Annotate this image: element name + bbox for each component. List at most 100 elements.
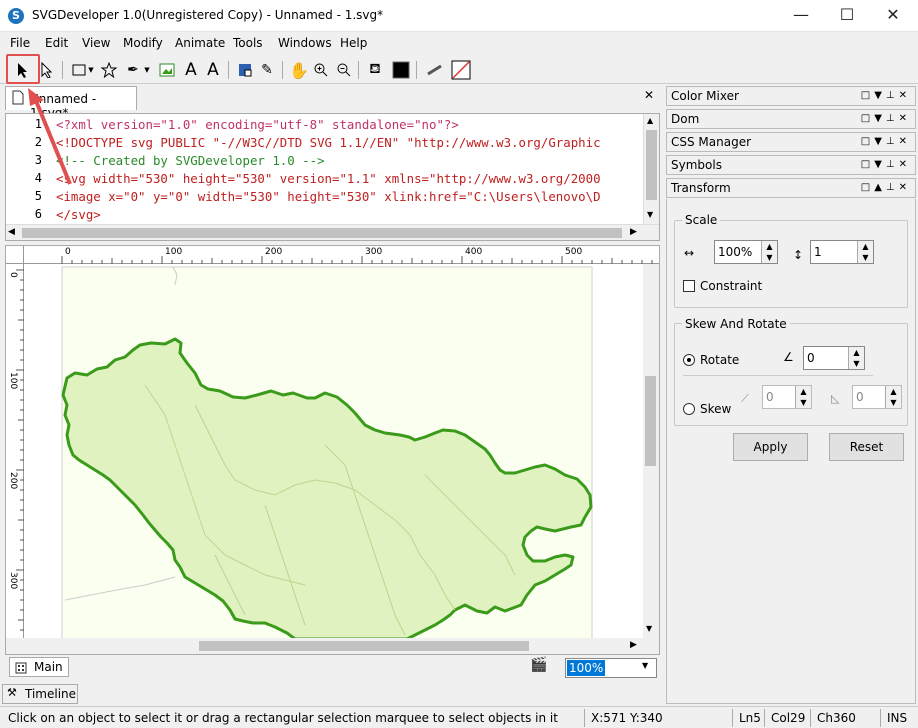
stepper-arrows-icon[interactable]: ▲▼ — [885, 386, 901, 408]
main-scene-tab[interactable]: Main — [9, 657, 69, 677]
status-char: Ch360 — [810, 709, 880, 727]
zoom-dropdown[interactable]: 100% ▼ — [565, 658, 657, 678]
menu-edit[interactable]: Edit — [45, 36, 68, 50]
hand-icon[interactable]: ✋ — [288, 60, 310, 80]
scroll-thumb[interactable] — [645, 376, 656, 466]
scroll-thumb[interactable] — [22, 228, 622, 238]
menu-view[interactable]: View — [82, 36, 110, 50]
close-button[interactable]: ✕ — [870, 0, 916, 32]
panel-controls-icon[interactable]: □▼⊥✕ — [861, 156, 911, 174]
ruler-label: 0 — [65, 247, 71, 257]
code-line: <image x="0" y="0" width="530" height="5… — [56, 189, 601, 204]
menu-windows[interactable]: Windows — [278, 36, 332, 50]
skew-y-stepper[interactable]: 0 ▲ ▼ — [852, 385, 902, 409]
scroll-right-icon[interactable]: ▶ — [630, 640, 637, 650]
rotate-stepper[interactable]: 0 ▲ ▼ — [803, 346, 865, 370]
status-bar: Click on an object to select it or drag … — [0, 706, 918, 728]
canvas-vertical-scrollbar[interactable]: ▼ — [643, 264, 659, 638]
stroke-color-swatch[interactable] — [450, 60, 472, 80]
scroll-thumb[interactable] — [199, 641, 529, 651]
skew-radio[interactable] — [683, 403, 695, 415]
panel-transform[interactable]: Transform □▲⊥✕ — [666, 178, 916, 198]
scene-icon — [15, 662, 27, 674]
vertical-text-tool-icon[interactable]: A — [202, 60, 224, 80]
maximize-button[interactable]: ☐ — [824, 0, 870, 32]
scroll-left-icon[interactable]: ◀ — [8, 227, 15, 237]
menu-file[interactable]: File — [10, 36, 30, 50]
zoom-in-icon[interactable] — [310, 60, 332, 80]
menu-modify[interactable]: Modify — [123, 36, 163, 50]
stepper-arrows-icon[interactable]: ▲▼ — [761, 241, 777, 263]
skew-rotate-label: Skew And Rotate — [682, 317, 790, 331]
ruler-label: 200 — [8, 472, 18, 490]
vertical-scrollbar[interactable]: ▲ ▼ — [643, 114, 659, 224]
scroll-thumb[interactable] — [646, 130, 657, 200]
horizontal-ruler: 0 100 200 300 400 500 — [6, 246, 659, 264]
eyedropper-icon[interactable]: ✎ — [256, 60, 278, 80]
stepper-arrows-icon[interactable]: ▲▼ — [848, 347, 864, 369]
stepper-arrows-icon[interactable]: ▲▼ — [795, 386, 811, 408]
vertical-ruler: 0 100 200 300 — [6, 264, 24, 654]
horizontal-scrollbar[interactable]: ◀ ▶ — [6, 224, 659, 240]
chevron-down-icon[interactable]: ▼ — [86, 60, 96, 80]
scroll-down-icon[interactable]: ▼ — [646, 624, 652, 633]
stroke-pencil-icon[interactable] — [424, 60, 446, 80]
panel-controls-icon[interactable]: □▲⊥✕ — [861, 179, 911, 197]
panel-css-manager[interactable]: CSS Manager □▼⊥✕ — [666, 132, 916, 152]
code-editor[interactable]: 1 2 3 4 5 6 <?xml version="1.0" encoding… — [5, 113, 660, 241]
zoom-value: 100% — [567, 660, 606, 676]
panel-color-mixer[interactable]: Color Mixer □▼⊥✕ — [666, 86, 916, 106]
gradient-tool-icon[interactable] — [234, 60, 256, 80]
ruler-label: 200 — [265, 247, 283, 257]
panel-controls-icon[interactable]: □▼⊥✕ — [861, 110, 911, 128]
scroll-up-icon[interactable]: ▲ — [647, 116, 653, 125]
close-tab-icon[interactable]: ✕ — [644, 88, 654, 102]
reset-button[interactable]: Reset — [829, 433, 904, 461]
rotate-radio[interactable] — [683, 354, 695, 366]
scroll-down-icon[interactable]: ▼ — [647, 210, 653, 219]
title-bar: S SVGDeveloper 1.0(Unregistered Copy) - … — [0, 0, 918, 32]
panel-dom[interactable]: Dom □▼⊥✕ — [666, 109, 916, 129]
ruler-label: 500 — [565, 247, 583, 257]
apply-button[interactable]: Apply — [733, 433, 808, 461]
chevron-down-icon[interactable]: ▼ — [642, 661, 648, 670]
toolbar-separator — [416, 61, 417, 79]
panel-controls-icon[interactable]: □▼⊥✕ — [861, 87, 911, 105]
canvas-area[interactable]: 0 100 200 300 400 500 0 100 200 300 ▼ ▶ — [5, 245, 660, 655]
zoom-out-icon[interactable] — [333, 60, 355, 80]
stepper-arrows-icon[interactable]: ▲▼ — [857, 241, 873, 263]
fill-color-swatch[interactable] — [390, 60, 412, 80]
panel-symbols[interactable]: Symbols □▼⊥✕ — [666, 155, 916, 175]
chevron-down-icon[interactable]: ▼ — [142, 60, 152, 80]
minimize-button[interactable]: — — [778, 0, 824, 32]
ruler-label: 300 — [365, 247, 383, 257]
code-line: <svg width="530" height="530" version="1… — [56, 171, 601, 186]
panel-controls-icon[interactable]: □▼⊥✕ — [861, 133, 911, 151]
clapboard-icon[interactable]: 🎬 — [530, 657, 547, 673]
radio-dot — [687, 358, 691, 362]
constraint-checkbox[interactable] — [683, 280, 695, 292]
skew-x-stepper[interactable]: 0 ▲ ▼ — [762, 385, 812, 409]
menu-help[interactable]: Help — [340, 36, 367, 50]
scale-y-stepper[interactable]: 1 ▲ ▼ — [810, 240, 874, 264]
menu-tools[interactable]: Tools — [233, 36, 263, 50]
ruler-ticks — [61, 256, 653, 264]
paint-bucket-icon[interactable]: ⛾ — [364, 60, 386, 80]
timeline-tab[interactable]: ⚒ Timeline — [2, 684, 78, 704]
pen-tool-icon[interactable]: ✒ — [122, 60, 144, 80]
text-tool-icon[interactable]: A — [180, 60, 202, 80]
code-line: <!-- Created by SVGDeveloper 1.0 --> — [56, 153, 325, 168]
code-line: <?xml version="1.0" encoding="utf-8" sta… — [56, 117, 459, 132]
menu-animate[interactable]: Animate — [175, 36, 225, 50]
star-tool-icon[interactable] — [98, 60, 120, 80]
code-line: </svg> — [56, 207, 101, 222]
rotate-label: Rotate — [700, 353, 740, 367]
horizontal-scale-icon: ↔ — [684, 246, 695, 260]
canvas-horizontal-scrollbar[interactable]: ▶ — [6, 638, 659, 654]
menu-bar: File Edit View Modify Animate Tools Wind… — [0, 33, 918, 55]
scale-x-stepper[interactable]: 100% ▲ ▼ — [714, 240, 778, 264]
status-message: Click on an object to select it or drag … — [8, 711, 558, 725]
map-image[interactable] — [25, 265, 643, 639]
image-tool-icon[interactable] — [156, 60, 178, 80]
scroll-right-icon[interactable]: ▶ — [630, 227, 637, 237]
